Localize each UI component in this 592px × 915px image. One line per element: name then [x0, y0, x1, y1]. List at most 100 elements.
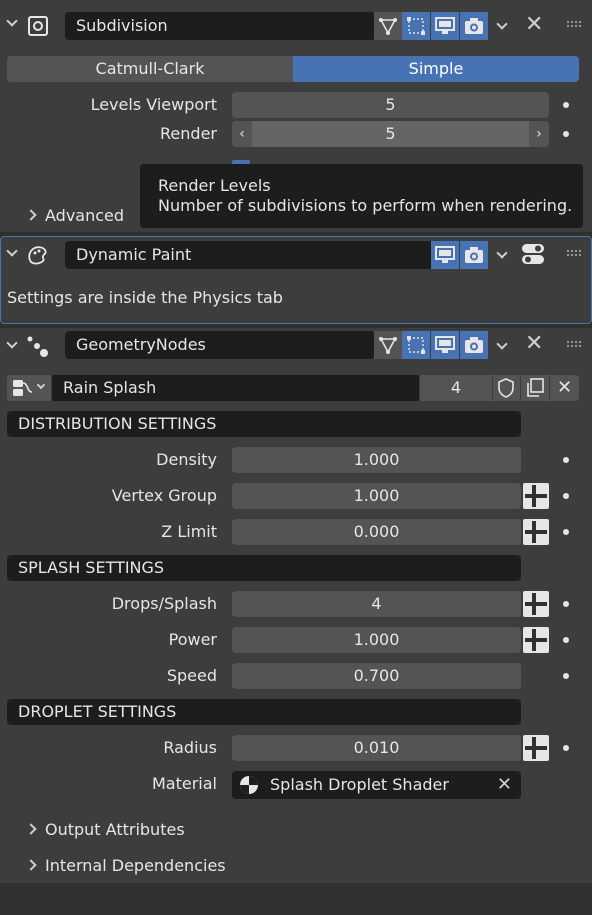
viewport-display-button[interactable]	[431, 241, 459, 269]
collapse-chevron-icon[interactable]	[6, 245, 18, 257]
physics-tab-message: Settings are inside the Physics tab	[7, 288, 283, 307]
edit-mode-cage-button[interactable]	[374, 12, 402, 40]
increment-arrow-icon[interactable]: ›	[529, 121, 549, 147]
power-keyframe-dot[interactable]	[563, 637, 569, 643]
drag-handle-icon[interactable]	[566, 20, 582, 28]
close-icon[interactable]: ✕	[525, 333, 543, 355]
render-levels-value: 5	[385, 124, 396, 143]
unlink-node-group-button[interactable]: ✕	[550, 375, 579, 401]
density-keyframe-dot[interactable]	[563, 457, 569, 463]
fake-user-button[interactable]	[493, 375, 520, 401]
duplicate-icon	[527, 378, 544, 397]
render-levels-tooltip: Render Levels Number of subdivisions to …	[140, 164, 583, 228]
power-field[interactable]: 1.000	[232, 627, 521, 653]
edit-mode-cage-button[interactable]	[374, 331, 402, 359]
camera-icon	[465, 247, 483, 263]
modifier-dropdown-chevron-icon[interactable]	[496, 247, 508, 259]
edit-mode-button[interactable]	[402, 12, 430, 40]
mode-simple-button[interactable]: Simple	[293, 56, 579, 82]
dynamic-paint-icon	[28, 246, 47, 265]
camera-icon	[465, 337, 483, 353]
collapse-chevron-icon[interactable]	[6, 15, 18, 27]
tooltip-description: Number of subdivisions to perform when r…	[158, 196, 573, 215]
material-field[interactable]: Splash Droplet Shader ✕	[232, 771, 521, 799]
z-limit-field[interactable]: 0.000	[232, 519, 521, 545]
geometry-nodes-name-field[interactable]: GeometryNodes	[65, 331, 375, 359]
attribute-toggle-icon[interactable]	[523, 483, 549, 509]
speed-field[interactable]: 0.700	[232, 663, 521, 689]
advanced-subpanel-label[interactable]: Advanced	[45, 206, 124, 225]
vertex-group-keyframe-dot[interactable]	[563, 493, 569, 499]
decrement-arrow-icon[interactable]: ‹	[232, 121, 252, 147]
subdivision-modifier-icon	[28, 16, 48, 36]
render-display-button[interactable]	[460, 241, 488, 269]
node-group-user-count[interactable]: 4	[420, 375, 492, 401]
radius-label: Radius	[163, 738, 217, 757]
z-limit-label: Z Limit	[161, 522, 217, 541]
monitor-icon	[435, 246, 455, 263]
attribute-toggle-icon[interactable]	[523, 519, 549, 545]
node-group-browse-button[interactable]	[7, 375, 51, 401]
levels-viewport-keyframe-dot[interactable]	[563, 102, 569, 108]
edit-mode-button[interactable]	[402, 331, 430, 359]
camera-icon	[465, 18, 483, 34]
density-field[interactable]: 1.000	[232, 447, 521, 473]
attribute-toggle-icon[interactable]	[523, 735, 549, 761]
modifier-dropdown-chevron-icon[interactable]	[496, 338, 508, 350]
close-icon[interactable]: ✕	[525, 14, 543, 36]
drops-splash-label: Drops/Splash	[111, 594, 217, 613]
drops-splash-field[interactable]: 4	[232, 591, 521, 617]
clear-material-icon[interactable]: ✕	[497, 771, 512, 799]
internal-dependencies-subpanel-label[interactable]: Internal Dependencies	[45, 856, 226, 875]
node-group-name-field[interactable]: Rain Splash	[52, 375, 419, 401]
levels-viewport-field[interactable]: 5	[232, 92, 549, 118]
render-levels-field[interactable]: ‹ 5 ›	[232, 121, 549, 147]
toggle-switch-icon[interactable]	[521, 242, 545, 266]
drag-handle-icon[interactable]	[566, 340, 582, 348]
material-label: Material	[152, 774, 217, 793]
output-attributes-subpanel-label[interactable]: Output Attributes	[45, 820, 185, 839]
levels-viewport-label: Levels Viewport	[90, 95, 217, 114]
vertex-triangle-icon	[379, 18, 397, 35]
vertex-group-label: Vertex Group	[111, 486, 217, 505]
dynamic-paint-name-field[interactable]: Dynamic Paint	[65, 241, 434, 269]
vertex-triangle-icon	[379, 337, 397, 354]
splash-settings-header[interactable]: SPLASH SETTINGS	[7, 555, 521, 581]
attribute-toggle-icon[interactable]	[523, 627, 549, 653]
edit-mode-icon	[407, 336, 425, 354]
density-label: Density	[156, 450, 217, 469]
monitor-icon	[435, 17, 455, 34]
radius-field[interactable]: 0.010	[232, 735, 521, 761]
mode-catmull-clark-button[interactable]: Catmull-Clark	[7, 56, 293, 82]
modifier-dropdown-chevron-icon[interactable]	[496, 18, 508, 30]
geometry-nodes-panel: GeometryNodes ✕ Rain Splash 4 ✕ DISTRIBU…	[0, 328, 592, 883]
drag-handle-icon[interactable]	[566, 249, 582, 257]
droplet-settings-header[interactable]: DROPLET SETTINGS	[7, 699, 521, 725]
internal-dependencies-expand-chevron-icon[interactable]	[25, 859, 37, 871]
render-display-button[interactable]	[460, 331, 488, 359]
speed-keyframe-dot[interactable]	[563, 673, 569, 679]
viewport-display-button[interactable]	[431, 331, 459, 359]
render-keyframe-dot[interactable]	[563, 131, 569, 137]
attribute-toggle-icon[interactable]	[523, 591, 549, 617]
subdivision-name-field[interactable]: Subdivision	[65, 12, 375, 40]
speed-label: Speed	[166, 666, 217, 685]
render-display-button[interactable]	[460, 12, 488, 40]
node-tree-icon	[13, 380, 33, 396]
tooltip-title: Render Levels	[158, 176, 271, 195]
viewport-display-button[interactable]	[431, 12, 459, 40]
output-attributes-expand-chevron-icon[interactable]	[25, 823, 37, 835]
advanced-expand-chevron-icon[interactable]	[25, 209, 37, 221]
duplicate-node-group-button[interactable]	[521, 375, 549, 401]
vertex-group-field[interactable]: 1.000	[232, 483, 521, 509]
material-name: Splash Droplet Shader	[270, 775, 449, 794]
collapse-chevron-icon[interactable]	[6, 337, 18, 349]
render-label: Render	[160, 124, 217, 143]
monitor-icon	[435, 336, 455, 353]
dynamic-paint-panel: Dynamic Paint Settings are inside the Ph…	[0, 236, 592, 324]
distribution-settings-header[interactable]: DISTRIBUTION SETTINGS	[7, 411, 521, 437]
radius-keyframe-dot[interactable]	[563, 745, 569, 751]
z-limit-keyframe-dot[interactable]	[563, 529, 569, 535]
drops-splash-keyframe-dot[interactable]	[563, 601, 569, 607]
close-icon: ✕	[556, 377, 573, 398]
